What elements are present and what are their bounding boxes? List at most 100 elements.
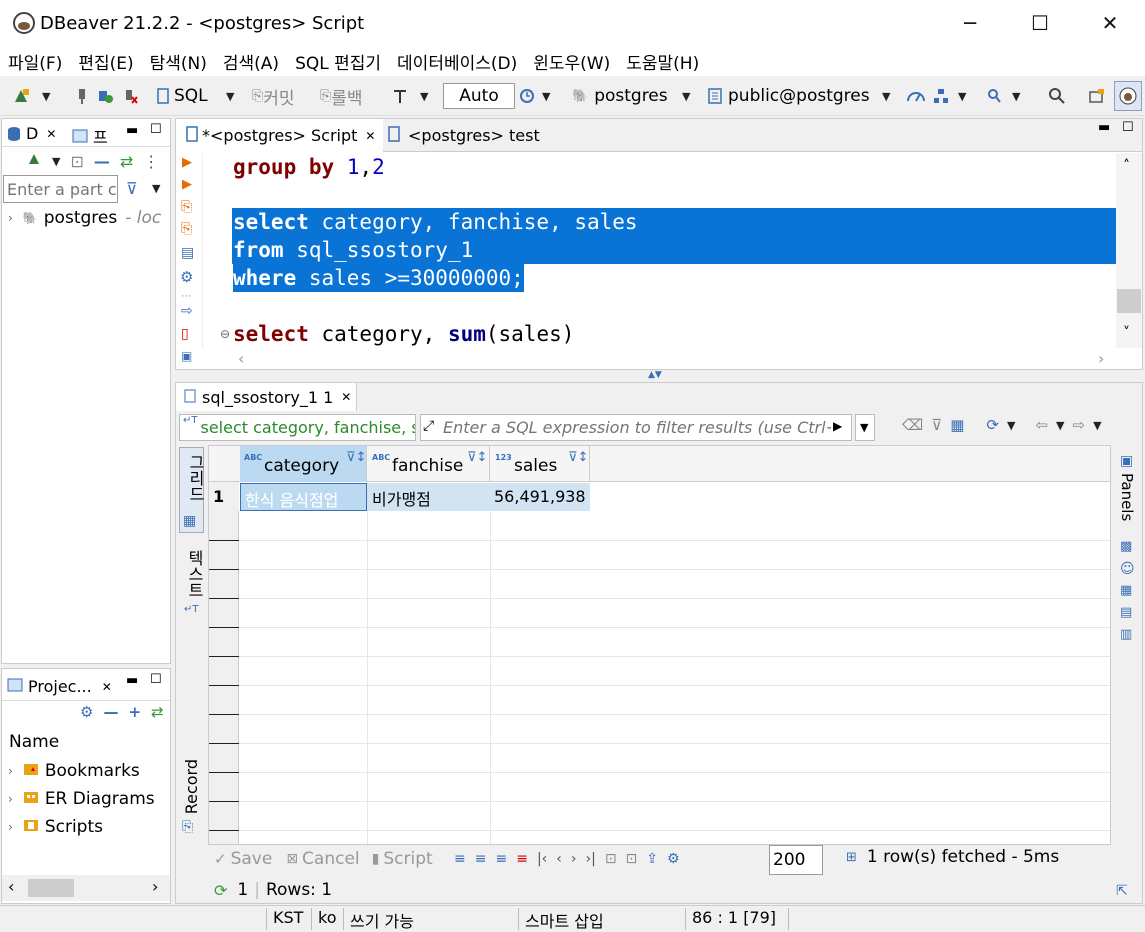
close-icon[interactable]: ✕ [102,680,112,694]
link-editor-icon[interactable]: ⇄ [151,703,164,721]
calculator-icon[interactable]: ☺ [1120,561,1135,577]
menu-database[interactable]: 데이터베이스(D) [397,49,517,74]
collapse-all-icon[interactable]: — [94,152,110,171]
commit-button[interactable]: ⎘ 커밋 [252,82,294,110]
horizontal-scrollbar[interactable]: ‹ › [2,875,170,901]
tab-panels[interactable]: Panels [1118,473,1136,521]
fold-icon[interactable]: ⊖ [220,327,230,341]
horizontal-scrollbar[interactable]: ‹ › [202,349,1116,369]
chevron-down-icon[interactable]: ▼ [542,82,550,110]
tab-projects[interactable]: Projec... ✕ [7,677,112,696]
chevron-left-icon[interactable]: ‹ [8,877,14,896]
column-header-category[interactable]: ABC category ⊽↕ [240,446,367,482]
script-button[interactable]: ▮ Script [372,849,433,869]
chevron-down-icon[interactable]: ▼ [1007,419,1015,432]
tab-text-view[interactable]: 텍스트 ↵T [179,548,204,628]
sort-filter-icon[interactable]: ⊽↕ [568,450,588,465]
sort-filter-icon[interactable]: ⊽↕ [346,450,366,465]
tab-record-view[interactable]: Record ⎘ [179,753,204,843]
filter-panel-icon[interactable]: ▦ [950,416,964,434]
chevron-down-icon[interactable]: ▼ [1093,419,1101,432]
new-connection-icon[interactable] [12,82,30,110]
maximize-view-icon[interactable]: ☐ [150,672,162,687]
disconnect-icon[interactable] [122,82,138,110]
menu-edit[interactable]: 편집(E) [78,49,133,74]
cancel-button[interactable]: ⊠ Cancel [286,849,359,869]
execute-script-new-tab-icon[interactable]: ⎘ [181,221,192,237]
row-number[interactable]: 1 [209,482,239,511]
code-line-select[interactable]: select category, fanchise, sales [233,208,638,236]
chevron-down-icon[interactable]: ▼ [226,82,234,110]
minimize-button[interactable]: ─ [935,0,1005,46]
chevron-right-icon[interactable]: › [8,792,13,806]
code-line-select-sum[interactable]: select category, sum(sales) [233,320,574,348]
chevron-down-icon[interactable]: ▼ [52,155,60,168]
execute-statement-icon[interactable]: ▶ [182,155,192,170]
fetch-all-icon[interactable]: ⊡ [626,851,638,867]
cell-fanchise[interactable]: 비가맹점 [367,483,490,511]
sort-filter-icon[interactable]: ⊽↕ [467,450,487,465]
add-row-icon[interactable]: ≡ [475,851,487,867]
panels-icon[interactable]: ▣ [1120,453,1133,469]
chevron-down-icon[interactable]: ▼ [958,82,966,110]
delete-row-icon[interactable]: ≡ [516,851,528,867]
connect-icon[interactable] [74,82,90,110]
chevron-down-icon[interactable]: ▼ [1056,419,1064,432]
gear-icon[interactable]: ⚙ [667,851,680,867]
auto-commit-selector[interactable]: Auto [443,83,515,109]
chevron-down-icon[interactable]: ▼ [420,82,428,110]
scrollbar-thumb[interactable] [28,879,74,897]
last-page-icon[interactable]: ›| [585,851,595,867]
filter-icon[interactable]: ⊽ [126,179,138,198]
dbeaver-perspective-icon[interactable] [1114,81,1142,111]
maximize-view-icon[interactable]: ☐ [1122,120,1134,135]
sash-toggle-icon[interactable]: ▲▼ [648,370,662,380]
refresh-settings-icon[interactable]: ⟳ [986,416,999,434]
tab-projects-mini[interactable]: 프 [72,124,108,148]
vertical-scrollbar[interactable]: ˄ ˅ [1116,153,1142,348]
next-icon[interactable]: › [571,851,577,867]
edit-row-icon[interactable]: ≡ [454,851,466,867]
close-button[interactable]: ✕ [1075,0,1145,46]
view-menu-icon[interactable]: ⋮ [143,152,159,171]
value-viewer-icon[interactable]: ▩ [1120,539,1132,554]
tab-database-navigator[interactable]: D ✕ [7,124,56,143]
chevron-right-icon[interactable]: › [8,764,13,778]
close-icon[interactable]: ✕ [46,127,56,141]
new-connection-icon[interactable] [26,151,42,171]
chevron-down-icon[interactable]: ▼ [882,82,890,110]
cell-sales[interactable]: 56,491,938 [490,483,590,511]
tab-postgres-test[interactable]: <postgres> test [388,119,540,152]
project-item-er-diagrams[interactable]: › ER Diagrams [8,789,155,809]
column-header-sales[interactable]: 123 sales ⊽↕ [490,446,590,482]
export-icon[interactable]: ⇪ [646,851,658,867]
references-icon[interactable]: ▥ [1120,627,1132,642]
chevron-right-icon[interactable]: › [1098,349,1104,368]
search-icon[interactable] [1048,82,1066,110]
explain-plan-icon[interactable]: ▤ [181,245,194,261]
new-folder-icon[interactable]: ⊡ [70,152,83,171]
copy-row-icon[interactable]: ≡ [495,851,507,867]
menu-search[interactable]: 검색(A) [223,49,279,74]
gear-icon[interactable]: ⚙ [80,703,93,721]
chevron-down-icon[interactable]: ▼ [682,82,690,110]
result-filter-input[interactable] [443,416,831,439]
project-item-scripts[interactable]: › Scripts [8,817,103,837]
menu-window[interactable]: 윈도우(W) [533,49,610,74]
link-editor-icon[interactable]: ⇄ [120,152,133,171]
add-icon[interactable]: + [128,703,141,721]
menu-file[interactable]: 파일(F) [8,49,62,74]
menu-sql-editor[interactable]: SQL 편집기 [295,49,381,74]
toggle-panels-icon[interactable]: ⇱ [1116,883,1128,899]
find-icon[interactable] [986,82,1002,110]
tree-item-postgres[interactable]: › 🐘 postgres - loc [8,208,161,228]
execute-script-icon[interactable]: ⎘ [181,199,192,215]
chevron-left-icon[interactable]: ‹ [238,349,244,368]
code-line-where[interactable]: where sales >=30000000; [233,264,524,292]
maximize-view-icon[interactable]: ☐ [150,122,162,137]
rollback-button[interactable]: ⎘ 롤백 [320,82,362,110]
dashboard-icon[interactable] [906,82,926,110]
collapse-all-icon[interactable]: — [103,703,118,721]
close-icon[interactable]: ✕ [365,129,375,143]
grouping-icon[interactable]: ▦ [1120,583,1132,598]
